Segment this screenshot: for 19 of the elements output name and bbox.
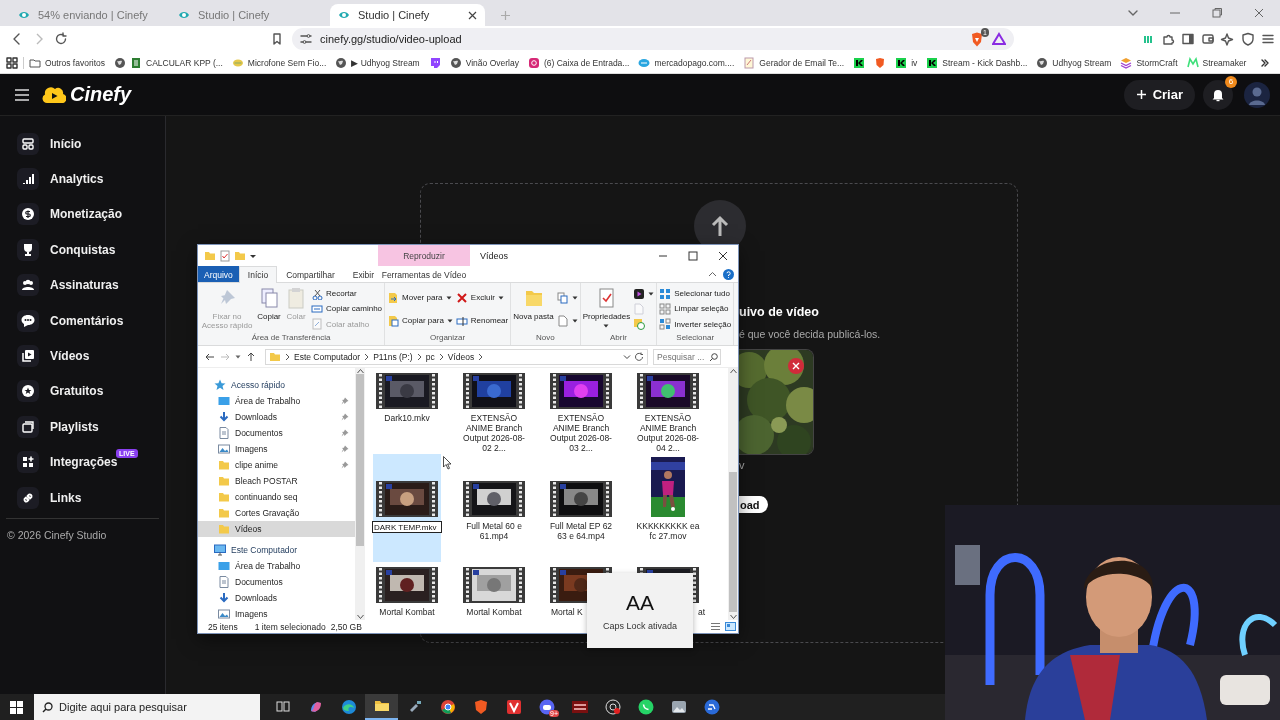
count-badge: 6 (1225, 75, 1237, 88)
url-text: cinefy.gg/studio/video-upload (320, 33, 463, 45)
group-label: Novo (535, 333, 556, 344)
context-group-label: Reproduzir (378, 245, 470, 266)
item-count: 25 itens (208, 621, 238, 632)
file-label: v (739, 459, 745, 471)
caps-lock-symbol: AA (626, 590, 654, 615)
window-title: Vídeos (479, 249, 509, 263)
upload-title: uivo de vídeo (739, 305, 819, 319)
selection-size: 2,50 GB (330, 621, 362, 632)
upload-subtitle: é que você decida publicá-los. (739, 328, 881, 340)
group-label: Área de Transferência (250, 333, 332, 344)
group-label: Organizar (429, 333, 467, 344)
group-label: Abrir (609, 333, 628, 344)
caps-lock-message: Caps Lock ativada (602, 620, 677, 631)
copyright-text: © 2026 Cinefy Studio (6, 528, 108, 542)
logo-text: Cinefy (70, 83, 132, 106)
group-label: Selecionar (675, 333, 716, 344)
selection-count: 1 item selecionado (254, 621, 326, 632)
